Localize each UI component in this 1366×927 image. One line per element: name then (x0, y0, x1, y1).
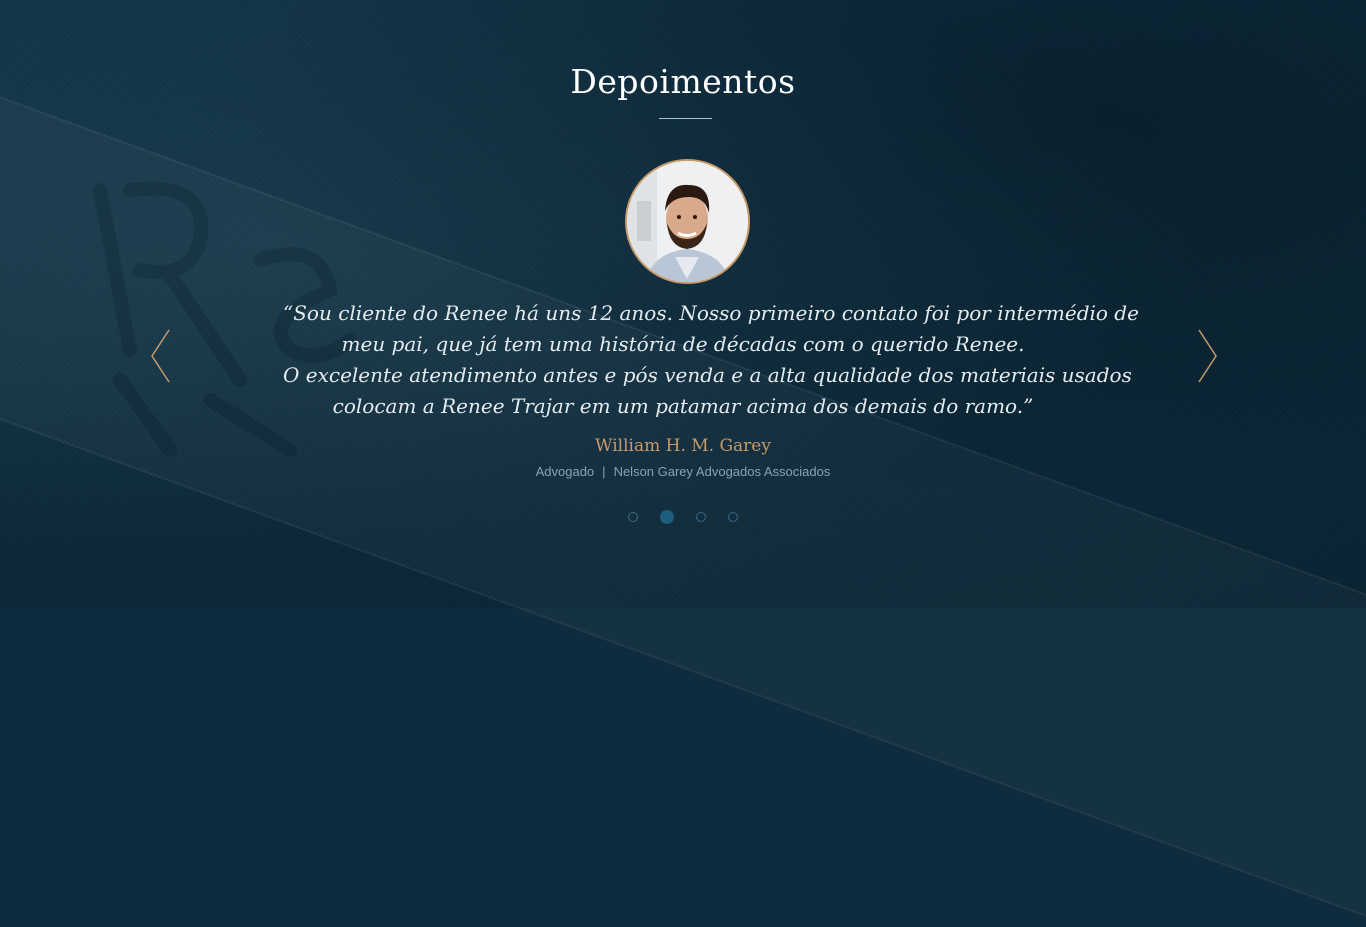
quote-line: meu pai, que já tem uma história de déca… (341, 332, 1025, 356)
testimonial-author: William H. M. Garey (595, 436, 771, 456)
quote-line: O excelente atendimento antes e pós vend… (283, 363, 1132, 387)
quote-line: colocam a Renee Trajar em um patamar aci… (332, 394, 1034, 418)
testimonial-quote: “Sou cliente do Renee há uns 12 anos. No… (283, 298, 1139, 422)
carousel-dot-3[interactable] (696, 512, 706, 522)
carousel-next-button[interactable] (1196, 329, 1218, 383)
section-title: Depoimentos (570, 62, 796, 101)
title-divider (659, 118, 712, 119)
carousel-dot-4[interactable] (728, 512, 738, 522)
quote-line: “Sou cliente do Renee há uns 12 anos. No… (283, 301, 1139, 325)
carousel-dot-1[interactable] (628, 512, 638, 522)
testimonial-role: Advogado | Nelson Garey Advogados Associad… (0, 464, 1366, 479)
role-separator: | (602, 464, 606, 479)
carousel-prev-button[interactable] (150, 329, 172, 383)
chevron-right-icon (1198, 329, 1217, 383)
carousel-pagination (0, 510, 1366, 524)
author-company: Nelson Garey Advogados Associados (613, 464, 831, 479)
carousel-dot-2[interactable] (660, 510, 674, 524)
chevron-left-icon (151, 329, 170, 383)
author-role: Advogado (535, 464, 595, 479)
testimonial-avatar (625, 159, 750, 284)
